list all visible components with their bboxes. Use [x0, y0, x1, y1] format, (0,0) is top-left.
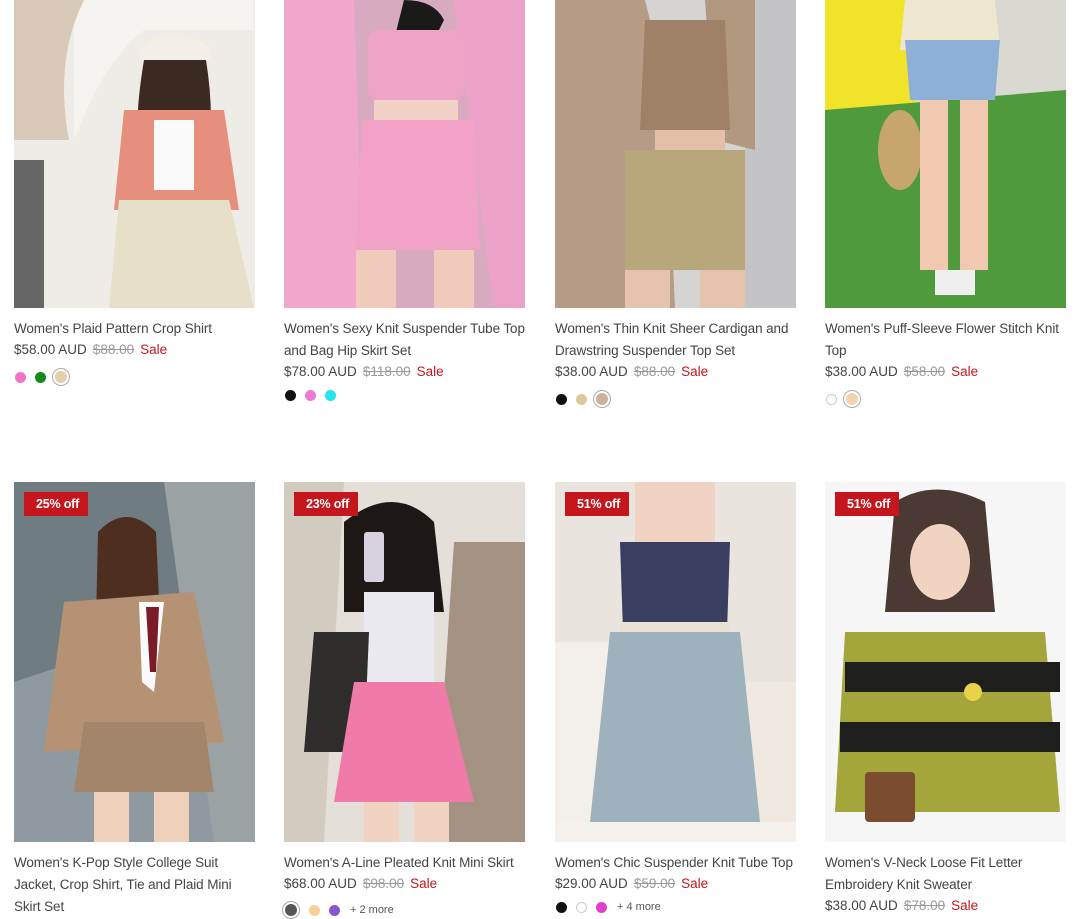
- color-swatches: [555, 390, 619, 408]
- color-swatch[interactable]: [35, 371, 46, 383]
- current-price: $38.00 AUD: [825, 364, 898, 379]
- current-price: $58.00 AUD: [14, 342, 87, 357]
- color-swatch[interactable]: [593, 390, 611, 408]
- product-price: $68.00 AUD $98.00 Sale: [284, 874, 437, 894]
- product-title[interactable]: Women's Sexy Knit Suspender Tube Top and…: [284, 318, 529, 362]
- color-swatches: + 4 more: [555, 901, 661, 913]
- color-swatches: [284, 390, 344, 401]
- product-title[interactable]: Women's Puff-Sleeve Flower Stitch Knit T…: [825, 318, 1070, 362]
- color-swatch[interactable]: [325, 390, 336, 401]
- discount-badge: 51% off: [565, 492, 630, 516]
- product-image[interactable]: 51% off: [555, 482, 796, 842]
- color-swatches: [14, 368, 78, 386]
- product-title[interactable]: Women's Plaid Pattern Crop Shirt: [14, 318, 259, 340]
- product-price: $38.00 AUD $58.00 Sale: [825, 362, 978, 382]
- product-title[interactable]: Women's V-Neck Loose Fit Letter Embroide…: [825, 852, 1070, 896]
- product-title[interactable]: Women's Chic Suspender Knit Tube Top: [555, 852, 800, 874]
- product-title[interactable]: Women's Thin Knit Sheer Cardigan and Dra…: [555, 318, 800, 362]
- compare-at-price: $118.00: [362, 364, 411, 379]
- compare-at-price: $78.00: [903, 898, 946, 913]
- color-swatch[interactable]: [285, 390, 296, 401]
- more-colors-label: + 4 more: [617, 901, 661, 913]
- product-price: $38.00 AUD $88.00 Sale: [555, 362, 708, 382]
- discount-badge: 23% off: [294, 492, 359, 516]
- compare-at-price: $88.00: [92, 342, 135, 357]
- sale-label: Sale: [951, 898, 979, 913]
- color-swatch[interactable]: [843, 390, 861, 408]
- product-image[interactable]: 51% off: [825, 482, 1066, 842]
- color-swatches: [825, 390, 869, 408]
- color-swatch[interactable]: [329, 904, 340, 916]
- product-image[interactable]: 23% off: [284, 482, 525, 842]
- color-swatch[interactable]: [596, 901, 607, 913]
- color-swatch[interactable]: [282, 901, 300, 919]
- product-price: $38.00 AUD $78.00 Sale: [825, 896, 978, 916]
- color-swatch-fill: [846, 393, 858, 405]
- product-image[interactable]: [14, 0, 255, 308]
- current-price: $78.00 AUD: [284, 364, 357, 379]
- product-image[interactable]: [825, 0, 1066, 308]
- product-image[interactable]: [555, 0, 796, 308]
- color-swatch[interactable]: [15, 371, 26, 383]
- current-price: $29.00 AUD: [555, 876, 628, 891]
- sale-label: Sale: [410, 876, 438, 891]
- sale-label: Sale: [681, 876, 709, 891]
- product-image[interactable]: [284, 0, 525, 308]
- color-swatch[interactable]: [305, 390, 316, 401]
- discount-badge: 25% off: [24, 492, 89, 516]
- more-colors-label: + 2 more: [350, 904, 394, 916]
- product-price: $78.00 AUD $118.00 Sale: [284, 362, 444, 382]
- color-swatch-fill: [596, 393, 608, 405]
- color-swatch-fill: [55, 371, 67, 383]
- color-swatch[interactable]: [556, 393, 567, 405]
- current-price: $38.00 AUD: [825, 898, 898, 913]
- color-swatch[interactable]: [309, 904, 320, 916]
- color-swatch[interactable]: [826, 393, 837, 405]
- compare-at-price: $98.00: [362, 876, 405, 891]
- compare-at-price: $59.00: [633, 876, 676, 891]
- compare-at-price: $88.00: [633, 364, 676, 379]
- color-swatch[interactable]: [576, 901, 587, 913]
- color-swatch[interactable]: [576, 393, 587, 405]
- product-title[interactable]: Women's A-Line Pleated Knit Mini Skirt: [284, 852, 529, 874]
- product-price: $29.00 AUD $59.00 Sale: [555, 874, 708, 894]
- product-image[interactable]: 25% off: [14, 482, 255, 842]
- sale-label: Sale: [951, 364, 979, 379]
- color-swatch[interactable]: [556, 901, 567, 913]
- compare-at-price: $58.00: [903, 364, 946, 379]
- product-title[interactable]: Women's K-Pop Style College Suit Jacket,…: [14, 852, 259, 918]
- sale-label: Sale: [140, 342, 168, 357]
- sale-label: Sale: [681, 364, 709, 379]
- color-swatch[interactable]: [52, 368, 70, 386]
- color-swatches: + 2 more: [282, 901, 394, 919]
- color-swatch-fill: [285, 904, 297, 916]
- discount-badge: 51% off: [835, 492, 900, 516]
- sale-label: Sale: [416, 364, 444, 379]
- current-price: $68.00 AUD: [284, 876, 357, 891]
- current-price: $38.00 AUD: [555, 364, 628, 379]
- product-price: $58.00 AUD $88.00 Sale: [14, 340, 167, 360]
